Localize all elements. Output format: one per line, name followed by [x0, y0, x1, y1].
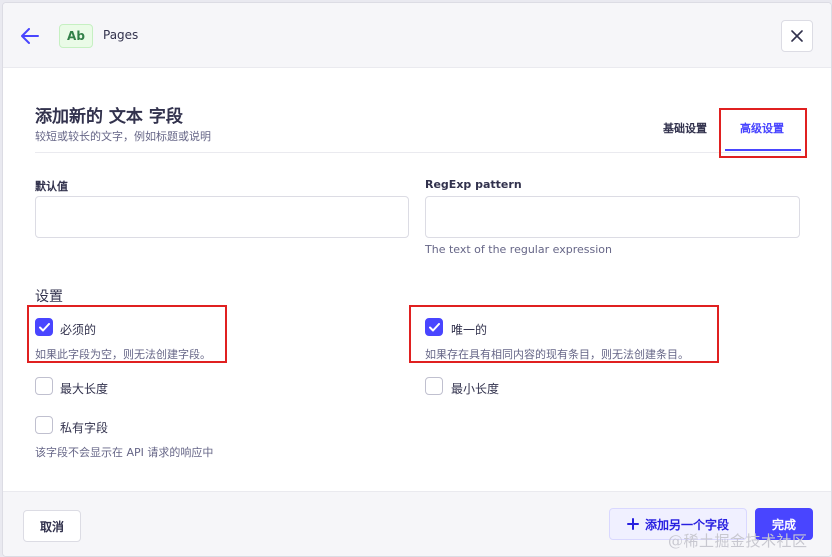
field-type-badge: Ab	[59, 24, 93, 48]
modal-dialog: Ab Pages 添加新的 文本 字段 较短或较长的文字，例如标题或说明 基础设…	[2, 2, 832, 557]
min-length-label: 最小长度	[451, 382, 500, 396]
required-label: 必须的	[60, 323, 97, 337]
cancel-button[interactable]: 取消	[23, 510, 81, 542]
active-tab-indicator	[725, 149, 801, 151]
arrow-left-icon	[21, 28, 39, 44]
regexp-input[interactable]	[425, 196, 800, 238]
check-icon	[428, 322, 440, 331]
unique-hint: 如果存在具有相同内容的现有条目，则无法创建条目。	[425, 348, 689, 361]
form-subtitle: 较短或较长的文字，例如标题或说明	[35, 130, 211, 143]
plus-icon	[626, 518, 639, 530]
close-button[interactable]	[781, 20, 813, 52]
divider	[35, 152, 801, 153]
finish-button[interactable]: 完成	[755, 508, 813, 540]
min-length-checkbox[interactable]	[425, 377, 443, 395]
close-icon	[791, 30, 803, 42]
tab-advanced-settings[interactable]: 高级设置	[740, 120, 784, 136]
modal-header: Ab Pages	[3, 3, 831, 68]
required-checkbox[interactable]	[35, 318, 53, 336]
back-button[interactable]	[17, 23, 43, 49]
regexp-label: RegExp pattern	[425, 178, 522, 191]
private-field-label: 私有字段	[60, 421, 109, 435]
add-another-field-label: 添加另一个字段	[644, 517, 729, 532]
regexp-hint: The text of the regular expression	[425, 243, 612, 256]
private-field-hint: 该字段不会显示在 API 请求的响应中	[35, 446, 214, 459]
private-field-checkbox[interactable]	[35, 416, 53, 434]
check-icon	[38, 322, 50, 331]
unique-checkbox[interactable]	[425, 318, 443, 336]
max-length-checkbox[interactable]	[35, 377, 53, 395]
form-title: 添加新的 文本 字段	[35, 107, 183, 127]
breadcrumb: Pages	[103, 28, 139, 42]
tab-basic-settings[interactable]: 基础设置	[663, 120, 707, 136]
required-hint: 如果此字段为空，则无法创建字段。	[35, 348, 211, 361]
unique-label: 唯一的	[451, 323, 488, 337]
settings-title: 设置	[35, 289, 63, 305]
default-value-input[interactable]	[35, 196, 409, 238]
add-another-field-button[interactable]: 添加另一个字段	[609, 508, 747, 540]
default-value-label: 默认值	[35, 180, 68, 193]
max-length-label: 最大长度	[60, 382, 109, 396]
